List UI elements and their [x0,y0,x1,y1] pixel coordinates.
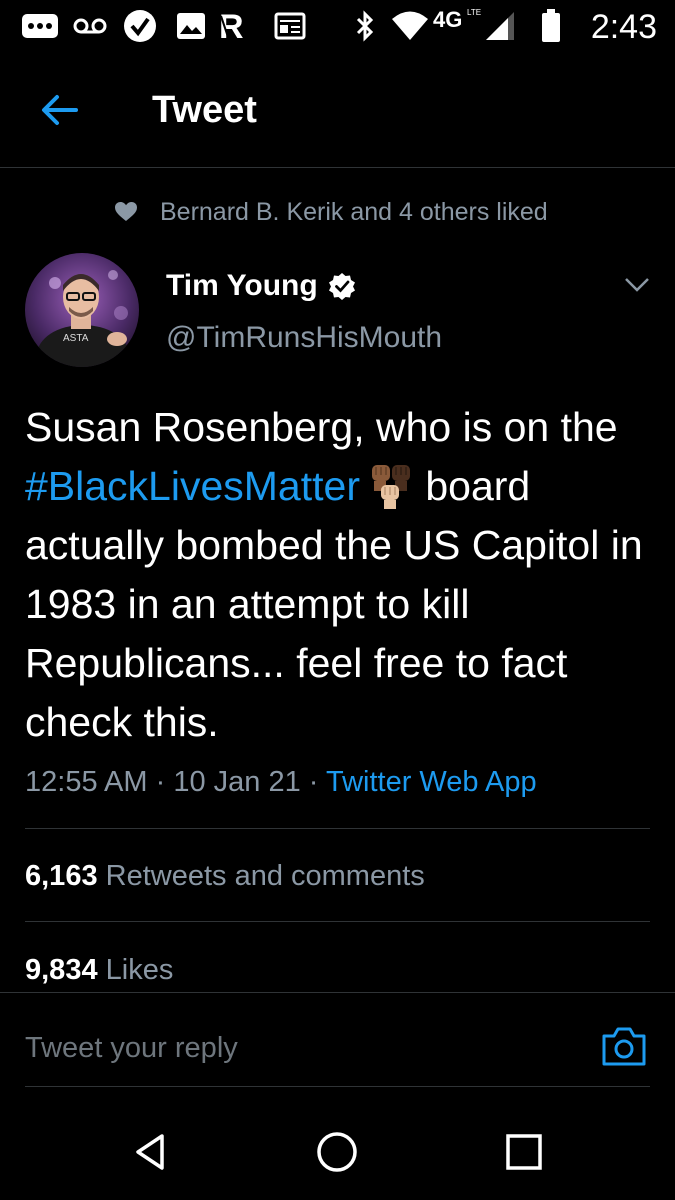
tweet-text-part: Susan Rosenberg, who is on the [25,404,618,450]
author-handle[interactable]: @TimRunsHisMouth [166,318,442,358]
reply-bar-bottom-line [25,1086,650,1087]
retweets-count: 6,163 [25,860,98,892]
system-recents-button[interactable] [500,1128,548,1176]
battery-icon [538,8,564,44]
author-name: Tim Young [166,269,318,302]
more-icon [20,8,60,44]
retweets-stat[interactable]: 6,163 Retweets and comments [25,856,425,896]
avatar-image: ASTA [25,253,139,367]
svg-text:LTE: LTE [467,8,481,17]
divider [25,828,650,829]
system-home-button[interactable] [313,1128,361,1176]
tweet-date: 10 Jan 21 [173,766,301,798]
tweet-time: 12:55 AM [25,766,148,798]
wifi-icon [388,8,432,44]
chevron-down-icon [625,278,649,292]
hashtag-link[interactable]: #BlackLivesMatter [25,463,360,509]
image-icon [174,8,208,44]
avatar-shirt-text: ASTA [63,333,89,344]
back-button[interactable] [36,86,84,134]
likes-stat[interactable]: 9,834 Likes [25,950,173,990]
tweet-source-link[interactable]: Twitter Web App [326,766,537,798]
likes-label: Likes [105,954,174,986]
retweets-label: Retweets and comments [105,860,425,892]
voicemail-icon [72,8,108,44]
svg-text:R: R [219,10,244,42]
home-circle-icon [317,1132,357,1172]
system-back-button[interactable] [126,1128,174,1176]
bluetooth-icon [352,8,378,44]
tweet-meta: 12:55 AM · 10 Jan 21 · Twitter Web App [25,762,537,802]
meta-separator: · [300,766,326,798]
verified-badge-icon [328,273,355,300]
r-app-icon: R [216,8,260,44]
camera-icon [602,1027,646,1066]
social-context[interactable]: Bernard B. Kerik and 4 others liked [114,194,548,230]
likes-count: 9,834 [25,954,98,986]
arrow-left-icon [42,95,78,125]
divider [25,921,650,922]
clock-time: 2:43 [590,8,657,46]
news-icon [272,8,308,44]
camera-button[interactable] [600,1024,648,1070]
back-triangle-icon [136,1134,164,1170]
meta-separator: · [147,766,174,798]
more-options-button[interactable] [620,270,654,300]
tweet-text: Susan Rosenberg, who is on the #BlackLiv… [25,398,665,752]
status-bar: R 4G LTE 2:43 [0,0,675,56]
system-navigation-bar [0,1100,675,1200]
raised-fists-emoji [371,465,410,510]
social-context-text: Bernard B. Kerik and 4 others liked [160,197,548,226]
reply-input[interactable]: Tweet your reply [25,1026,565,1070]
page-title: Tweet [152,89,257,131]
reply-bar-divider [0,992,675,993]
check-icon [122,8,158,44]
heart-icon [115,202,137,221]
top-app-bar: Tweet [0,56,675,168]
signal-icon [482,8,518,44]
network-type: 4G LTE [432,2,486,38]
avatar[interactable]: ASTA [25,253,139,367]
network-label: 4G [433,7,462,32]
author-name-row[interactable]: Tim Young [166,266,356,306]
recents-square-icon [506,1134,542,1170]
